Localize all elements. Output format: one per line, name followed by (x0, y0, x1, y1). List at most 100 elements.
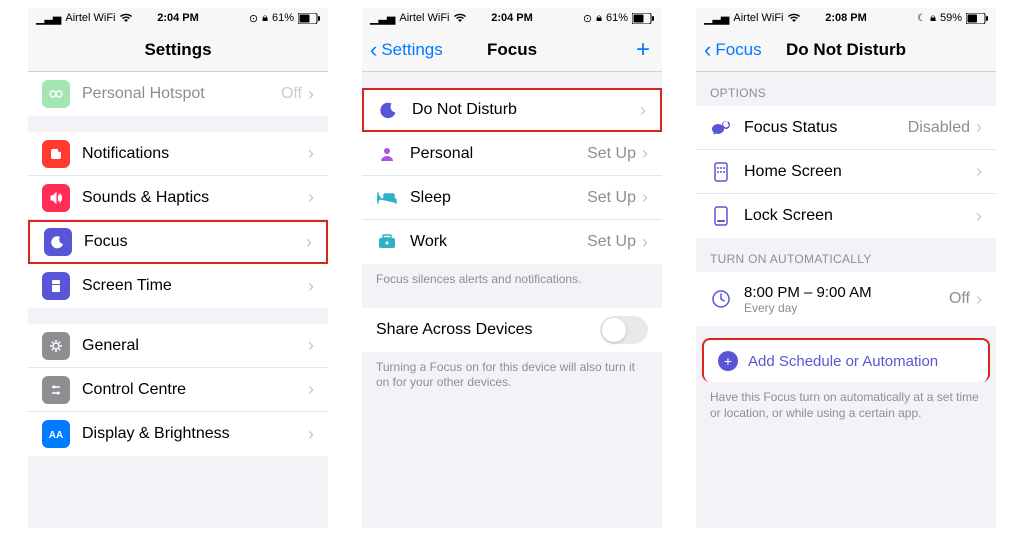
chevron-right-icon: › (642, 232, 648, 253)
row-label: Focus (84, 233, 306, 251)
toggle-switch[interactable] (600, 316, 648, 344)
chevron-left-icon: ‹ (704, 37, 711, 63)
focus-icon (44, 228, 72, 256)
bed-icon (376, 187, 398, 209)
person-icon (376, 143, 398, 165)
focus-status-icon (710, 117, 732, 139)
row-control-centre[interactable]: Control Centre › (28, 368, 328, 412)
row-display-brightness[interactable]: AA Display & Brightness › (28, 412, 328, 456)
row-schedule[interactable]: 8:00 PM – 9:00 AM Every day Off › (696, 272, 996, 326)
row-sleep[interactable]: Sleep Set Up › (362, 176, 662, 220)
control-centre-icon (42, 376, 70, 404)
group-footer: Have this Focus turn on automatically at… (696, 382, 996, 425)
row-share-across-devices[interactable]: Share Across Devices (362, 308, 662, 352)
chevron-right-icon: › (308, 187, 314, 208)
chevron-left-icon: ‹ (370, 37, 377, 63)
row-lock-screen[interactable]: Lock Screen › (696, 194, 996, 238)
row-home-screen[interactable]: Home Screen › (696, 150, 996, 194)
row-label: Control Centre (82, 381, 308, 399)
row-label: Display & Brightness (82, 425, 308, 443)
nav-bar: ‹ Focus Do Not Disturb (696, 28, 996, 72)
nav-bar: ‹ Settings Focus + (362, 28, 662, 72)
moon-icon (378, 99, 400, 121)
row-detail: Set Up (587, 145, 636, 163)
row-do-not-disturb[interactable]: Do Not Disturb › (362, 88, 662, 132)
back-button[interactable]: ‹ Focus (704, 28, 762, 71)
row-notifications[interactable]: Notifications › (28, 132, 328, 176)
row-label: Screen Time (82, 277, 308, 295)
chevron-right-icon: › (976, 161, 982, 182)
row-label: Share Across Devices (376, 321, 600, 339)
display-icon: AA (42, 420, 70, 448)
row-detail: Off (281, 85, 302, 103)
briefcase-icon (376, 231, 398, 253)
group-header: OPTIONS (696, 72, 996, 106)
clock: 2:04 PM (28, 12, 328, 24)
nav-title: Settings (144, 40, 211, 60)
back-label: Focus (715, 40, 761, 60)
screen-focus: ▁▃▅ Airtel WiFi 2:04 PM ⊙ 🔒︎ 61% ‹ Setti… (362, 8, 662, 528)
add-button[interactable]: + (636, 28, 650, 71)
schedule-state: Off (949, 290, 970, 308)
back-button[interactable]: ‹ Settings (370, 28, 443, 71)
row-screen-time[interactable]: Screen Time › (28, 264, 328, 308)
row-sounds[interactable]: Sounds & Haptics › (28, 176, 328, 220)
nav-title: Focus (487, 40, 537, 60)
row-work[interactable]: Work Set Up › (362, 220, 662, 264)
screen-settings: ▁▃▅ Airtel WiFi 2:04 PM ⊙ 🔒︎ 61% Setting… (28, 8, 328, 528)
back-label: Settings (381, 40, 442, 60)
add-label: Add Schedule or Automation (748, 353, 938, 370)
nav-title: Do Not Disturb (786, 40, 906, 60)
row-label: Focus Status (744, 119, 908, 137)
nav-bar: Settings (28, 28, 328, 72)
row-personal[interactable]: Personal Set Up › (362, 132, 662, 176)
schedule-repeat: Every day (744, 301, 949, 315)
row-label: Personal (410, 145, 587, 163)
chevron-right-icon: › (308, 335, 314, 356)
chevron-right-icon: › (308, 276, 314, 297)
row-detail: Set Up (587, 233, 636, 251)
row-label: Home Screen (744, 163, 976, 181)
group-footer: Focus silences alerts and notifications. (362, 264, 662, 292)
row-personal-hotspot[interactable]: Personal Hotspot Off › (28, 72, 328, 116)
clock-icon (710, 288, 732, 310)
chevron-right-icon: › (642, 187, 648, 208)
row-detail: Disabled (908, 119, 970, 137)
screentime-icon (42, 272, 70, 300)
status-bar: ▁▃▅ Airtel WiFi 2:08 PM ☾ 🔒︎ 59% (696, 8, 996, 28)
chevron-right-icon: › (976, 117, 982, 138)
home-screen-icon (710, 161, 732, 183)
lock-screen-icon (710, 205, 732, 227)
clock: 2:04 PM (362, 12, 662, 24)
schedule-time: 8:00 PM – 9:00 AM (744, 284, 949, 301)
row-label: Lock Screen (744, 207, 976, 225)
row-label: General (82, 337, 308, 355)
general-icon (42, 332, 70, 360)
chevron-right-icon: › (308, 84, 314, 105)
plus-icon: + (636, 36, 650, 64)
clock: 2:08 PM (696, 12, 996, 24)
plus-circle-icon: + (718, 351, 738, 371)
row-add-schedule[interactable]: + Add Schedule or Automation (702, 338, 990, 382)
sounds-icon (42, 184, 70, 212)
row-focus[interactable]: Focus › (28, 220, 328, 264)
row-label: Work (410, 233, 587, 251)
status-bar: ▁▃▅ Airtel WiFi 2:04 PM ⊙ 🔒︎ 61% (28, 8, 328, 28)
chevron-right-icon: › (306, 232, 312, 253)
group-header: TURN ON AUTOMATICALLY (696, 238, 996, 272)
chevron-right-icon: › (308, 379, 314, 400)
row-focus-status[interactable]: Focus Status Disabled › (696, 106, 996, 150)
chevron-right-icon: › (308, 143, 314, 164)
status-bar: ▁▃▅ Airtel WiFi 2:04 PM ⊙ 🔒︎ 61% (362, 8, 662, 28)
row-label: Sounds & Haptics (82, 189, 308, 207)
chevron-right-icon: › (308, 424, 314, 445)
chevron-right-icon: › (976, 289, 982, 310)
screen-do-not-disturb: ▁▃▅ Airtel WiFi 2:08 PM ☾ 🔒︎ 59% ‹ Focus… (696, 8, 996, 528)
group-footer: Turning a Focus on for this device will … (362, 352, 662, 395)
chevron-right-icon: › (642, 143, 648, 164)
notifications-icon (42, 140, 70, 168)
row-label: Sleep (410, 189, 587, 207)
chevron-right-icon: › (640, 100, 646, 121)
row-general[interactable]: General › (28, 324, 328, 368)
chevron-right-icon: › (976, 206, 982, 227)
